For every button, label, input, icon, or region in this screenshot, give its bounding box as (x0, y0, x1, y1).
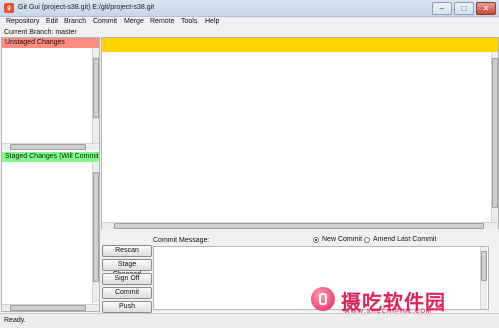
unstaged-changes-header: Unstaged Changes (2, 38, 99, 48)
stage-changed-button[interactable]: Stage Changed (102, 259, 152, 278)
git-gui-icon: g (4, 3, 14, 13)
amend-last-commit-radio[interactable] (364, 237, 370, 243)
staged-horizontal-scrollbar[interactable] (2, 304, 99, 311)
diff-vertical-scrollbar[interactable] (491, 52, 498, 222)
scroll-thumb[interactable] (10, 305, 86, 311)
diff-header-bar (102, 38, 498, 52)
current-branch-label: Current Branch: master (4, 29, 77, 36)
menu-bar: Repository Edit Branch Commit Merge Remo… (0, 17, 499, 28)
new-commit-radio[interactable] (313, 237, 319, 243)
window-title: Git Gui (project-s38.git) E:/git/project… (18, 4, 155, 11)
status-bar: Ready. (0, 313, 499, 328)
menu-edit[interactable]: Edit (46, 18, 58, 25)
commit-button[interactable]: Commit (102, 287, 152, 299)
menu-tools[interactable]: Tools (181, 18, 197, 25)
unstaged-file-list[interactable] (2, 48, 92, 143)
watermark-url: WWW.SHECHIPIN1.COM (344, 309, 432, 315)
diff-viewer[interactable] (101, 37, 499, 229)
push-button[interactable]: Push (102, 301, 152, 313)
scroll-thumb[interactable] (492, 58, 498, 208)
menu-commit[interactable]: Commit (93, 18, 117, 25)
unstaged-vertical-scrollbar[interactable] (92, 48, 99, 143)
amend-last-commit-label[interactable]: Amend Last Commit (373, 236, 436, 243)
rescan-button[interactable]: Rescan (102, 245, 152, 257)
new-commit-label[interactable]: New Commit (322, 236, 362, 243)
menu-merge[interactable]: Merge (124, 18, 144, 25)
commit-message-scrollbar[interactable] (480, 247, 487, 309)
close-icon: ✕ (482, 4, 490, 13)
commit-message-label: Commit Message: (153, 237, 210, 244)
scroll-thumb[interactable] (93, 172, 99, 282)
staged-changes-header: Staged Changes (Will Commit) (2, 152, 99, 162)
file-lists-pane: Unstaged Changes Staged Changes (Will Co… (1, 37, 100, 312)
minimize-icon: – (439, 4, 445, 13)
staged-file-list[interactable] (2, 162, 92, 303)
maximize-button[interactable]: □ (454, 2, 474, 15)
sign-off-button[interactable]: Sign Off (102, 273, 152, 285)
close-button[interactable]: ✕ (476, 2, 496, 15)
diff-horizontal-scrollbar[interactable] (102, 222, 498, 229)
watermark-logo-icon (311, 287, 335, 311)
status-text: Ready. (4, 317, 26, 324)
menu-help[interactable]: Help (205, 18, 219, 25)
unstaged-horizontal-scrollbar[interactable] (2, 143, 99, 150)
staged-vertical-scrollbar[interactable] (92, 162, 99, 303)
title-bar: g Git Gui (project-s38.git) E:/git/proje… (0, 0, 499, 17)
scroll-thumb[interactable] (10, 144, 86, 150)
maximize-icon: □ (461, 4, 467, 13)
scroll-thumb[interactable] (93, 58, 99, 118)
menu-remote[interactable]: Remote (150, 18, 175, 25)
menu-repository[interactable]: Repository (6, 18, 39, 25)
menu-branch[interactable]: Branch (64, 18, 86, 25)
scroll-thumb[interactable] (481, 251, 487, 281)
minimize-button[interactable]: – (432, 2, 452, 15)
